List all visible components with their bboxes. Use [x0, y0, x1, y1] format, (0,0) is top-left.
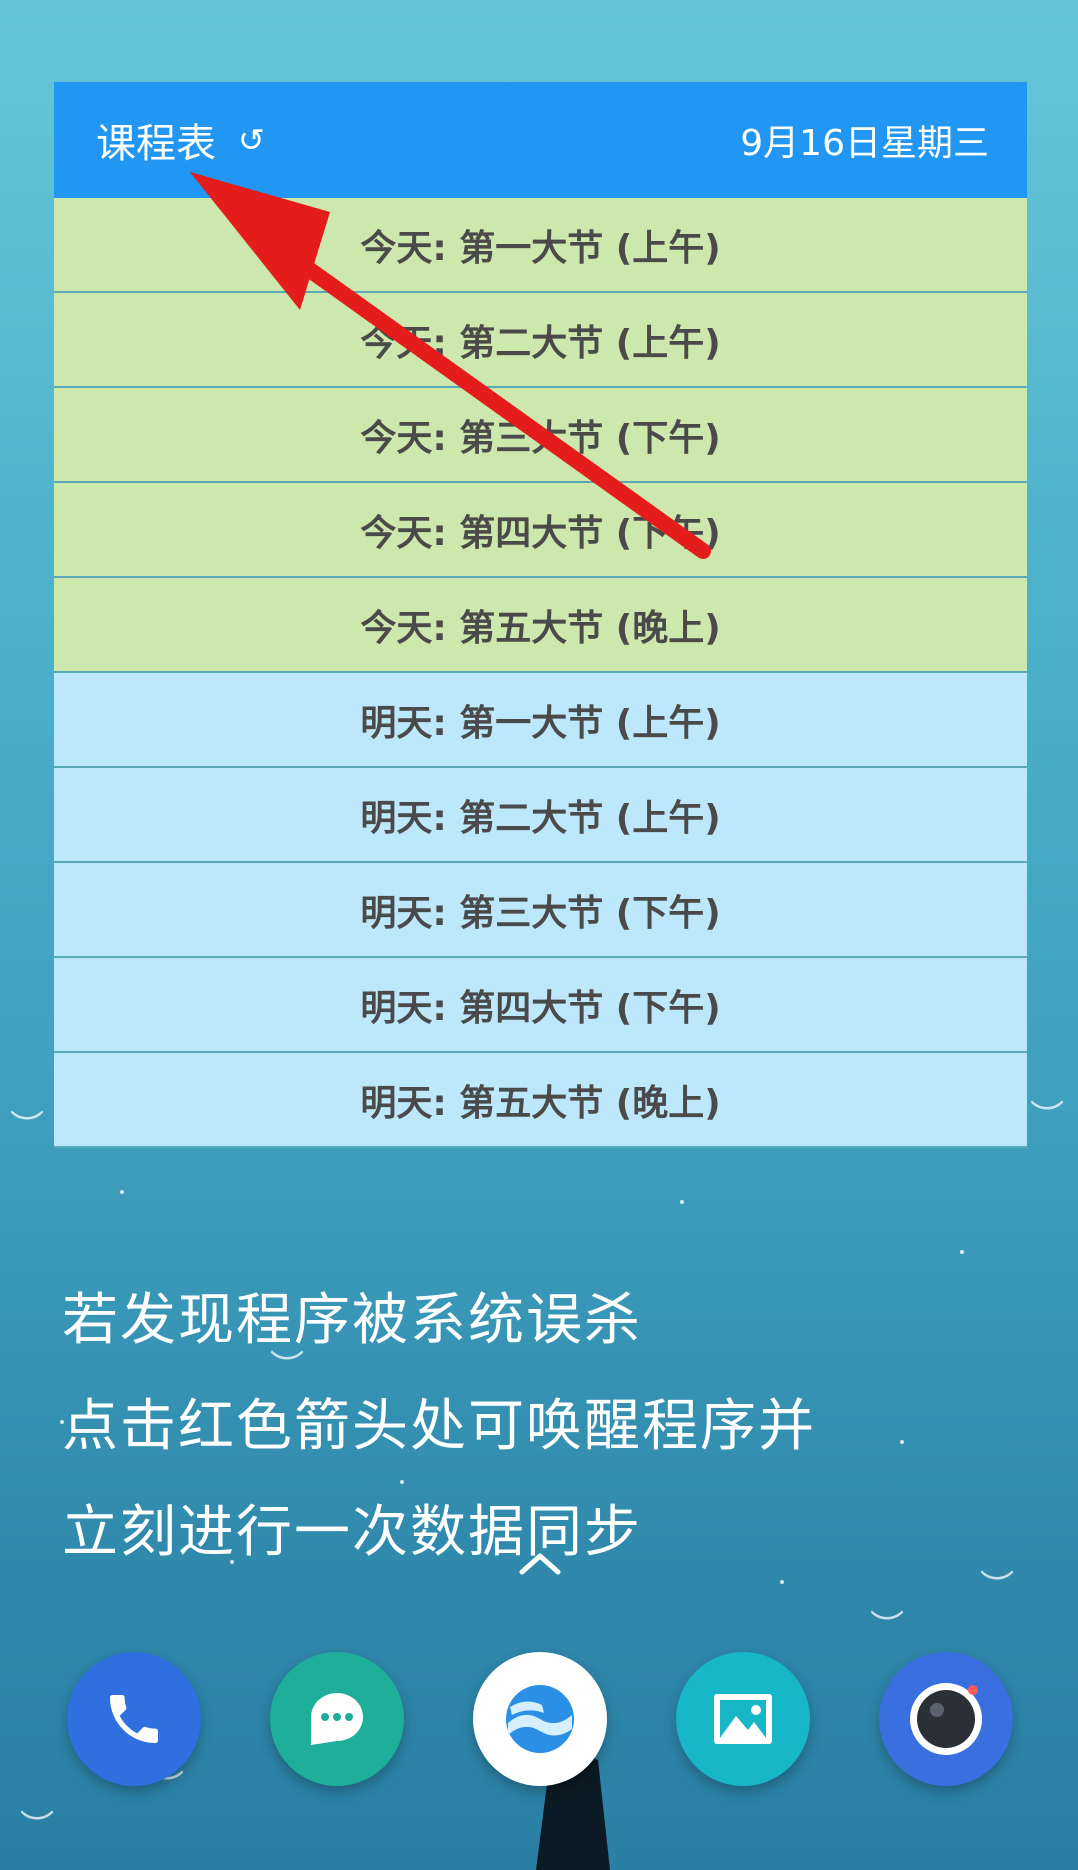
row-label: 今天: 第五大节 (晚上): [360, 607, 721, 649]
today-row[interactable]: 今天: 第二大节 (上午): [54, 293, 1027, 388]
bird-decoration: ︶: [10, 1108, 44, 1148]
today-row[interactable]: 今天: 第三大节 (下午): [54, 388, 1027, 483]
refresh-icon[interactable]: ↺: [238, 121, 265, 159]
sparkle-decoration: [900, 1440, 904, 1444]
sparkle-decoration: [960, 1250, 964, 1254]
row-label: 明天: 第二大节 (上午): [360, 797, 721, 839]
tomorrow-row[interactable]: 明天: 第五大节 (晚上): [54, 1053, 1027, 1148]
lens-icon: [910, 1683, 982, 1755]
today-row[interactable]: 今天: 第四大节 (下午): [54, 483, 1027, 578]
row-label: 今天: 第四大节 (下午): [360, 512, 721, 554]
image-icon: [714, 1694, 772, 1744]
phone-icon[interactable]: [67, 1652, 201, 1786]
sparkle-decoration: [120, 1190, 124, 1194]
notice-line: 若发现程序被系统误杀: [62, 1288, 642, 1353]
bird-decoration: ︶: [1030, 1098, 1064, 1138]
chat-bubble-icon: [311, 1693, 363, 1745]
bird-decoration: ︶: [20, 1808, 54, 1848]
widget-date: 9月16日星期三: [740, 123, 989, 164]
sparkle-decoration: [680, 1200, 684, 1204]
notice-text: 若发现程序被系统误杀 点击红色箭头处可唤醒程序并 立刻进行一次数据同步: [62, 1268, 816, 1586]
widget-title-area[interactable]: 课程表 ↺: [96, 111, 265, 169]
phone-glyph-icon: [110, 1695, 158, 1743]
tomorrow-row[interactable]: 明天: 第三大节 (下午): [54, 863, 1027, 958]
row-label: 明天: 第五大节 (晚上): [360, 1082, 721, 1124]
chevron-up-icon[interactable]: [518, 1550, 562, 1576]
messages-icon[interactable]: [270, 1652, 404, 1786]
notice-line: 立刻进行一次数据同步: [62, 1500, 642, 1565]
bird-decoration: ︶: [870, 1608, 904, 1648]
browser-icon[interactable]: [473, 1652, 607, 1786]
today-row[interactable]: 今天: 第一大节 (上午): [54, 198, 1027, 293]
row-label: 明天: 第四大节 (下午): [360, 987, 721, 1029]
notice-line: 点击红色箭头处可唤醒程序并: [62, 1394, 816, 1459]
row-label: 今天: 第三大节 (下午): [360, 417, 721, 459]
tomorrow-row[interactable]: 明天: 第四大节 (下午): [54, 958, 1027, 1053]
bird-decoration: ︶: [980, 1568, 1014, 1608]
gallery-icon[interactable]: [676, 1652, 810, 1786]
globe-icon: [506, 1685, 574, 1753]
tomorrow-row[interactable]: 明天: 第二大节 (上午): [54, 768, 1027, 863]
row-label: 明天: 第一大节 (上午): [360, 702, 721, 744]
widget-title[interactable]: 课程表: [96, 111, 216, 169]
row-label: 明天: 第三大节 (下午): [360, 892, 721, 934]
today-row[interactable]: 今天: 第五大节 (晚上): [54, 578, 1027, 673]
row-label: 今天: 第二大节 (上午): [360, 322, 721, 364]
row-label: 今天: 第一大节 (上午): [360, 227, 721, 269]
widget-header: 课程表 ↺ 9月16日星期三: [54, 82, 1027, 198]
tomorrow-row[interactable]: 明天: 第一大节 (上午): [54, 673, 1027, 768]
camera-icon[interactable]: [879, 1652, 1013, 1786]
schedule-widget: 课程表 ↺ 9月16日星期三 今天: 第一大节 (上午) 今天: 第二大节 (上…: [54, 82, 1027, 1148]
